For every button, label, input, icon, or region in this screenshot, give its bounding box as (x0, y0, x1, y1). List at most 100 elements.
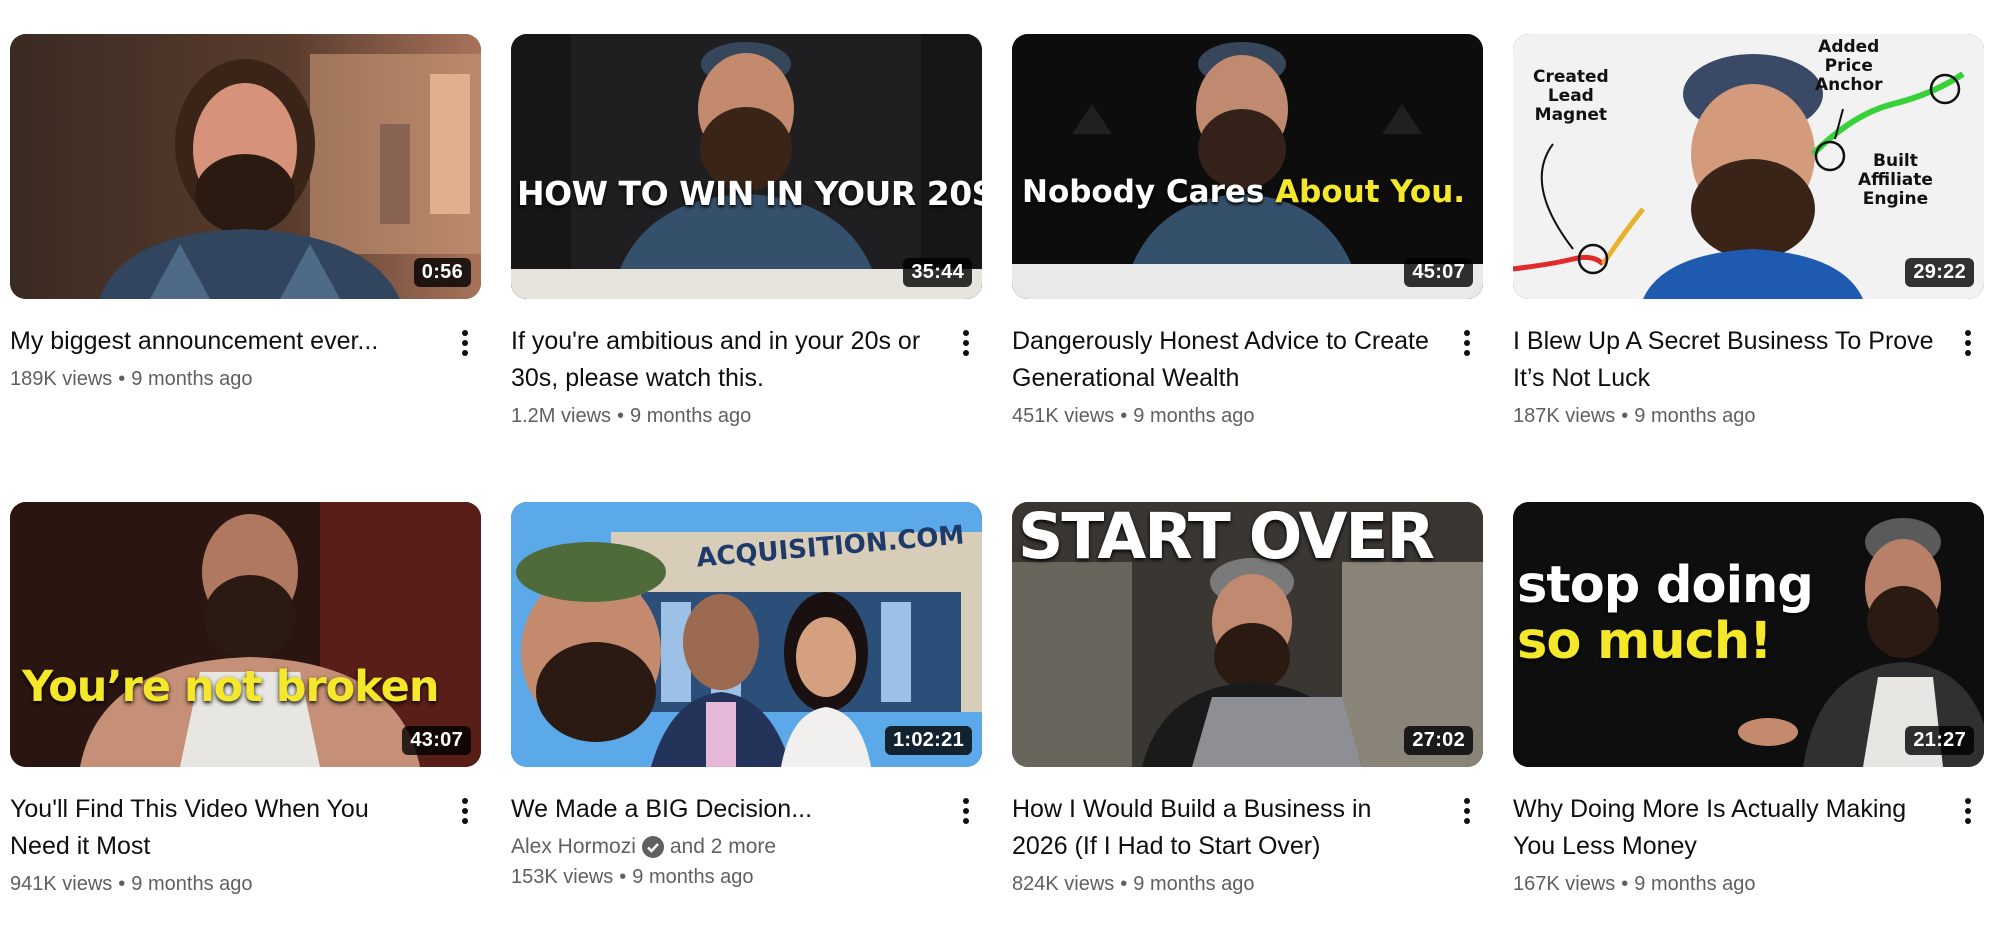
thumbnail-annotation: Created Lead Magnet (1533, 67, 1609, 125)
upload-age: 9 months ago (1634, 405, 1756, 427)
video-thumbnail[interactable]: 0:56 (10, 34, 481, 299)
video-thumbnail[interactable]: ACQUISITION.COM 1:02:21 (511, 502, 982, 767)
video-details: How I Would Build a Business in 2026 (If… (1012, 767, 1483, 899)
thumbnail-caption-yellow: About You. (1275, 174, 1466, 210)
meta-separator: • (1621, 405, 1629, 427)
view-count: 187K views (1513, 405, 1616, 427)
video-card[interactable]: You’re not broken 43:07 You'll Find This… (10, 502, 481, 922)
kebab-menu-icon (462, 330, 468, 336)
video-metadata: 1.2M views • 9 months ago (511, 401, 932, 431)
kebab-menu-icon (1464, 798, 1470, 804)
video-title[interactable]: If you're ambitious and in your 20s or 3… (511, 323, 932, 397)
thumbnail-annotation: Built Affiliate Engine (1858, 151, 1933, 209)
view-count: 451K views (1012, 405, 1115, 427)
video-metadata: 824K views • 9 months ago (1012, 869, 1433, 899)
upload-age: 9 months ago (632, 866, 754, 888)
video-thumbnail[interactable]: Created Lead Magnet Added Price Anchor B… (1513, 34, 1984, 299)
more-actions-button[interactable] (954, 325, 978, 361)
thumbnail-caption: You’re not broken (22, 662, 439, 712)
thumbnail-caption-white: stop doing (1517, 556, 1814, 615)
thumbnail-caption-white: Nobody Cares (1022, 174, 1265, 210)
video-thumbnail[interactable]: HOW TO WIN IN YOUR 20S 35:44 (511, 34, 982, 299)
video-card[interactable]: Nobody Cares About You. 45:07 Dangerousl… (1012, 34, 1483, 502)
kebab-menu-icon (963, 798, 969, 804)
video-card[interactable]: stop doing so much! 21:27 Why Doing More… (1513, 502, 1984, 922)
video-title[interactable]: My biggest announcement ever... (10, 323, 431, 360)
video-metadata: 189K views • 9 months ago (10, 364, 431, 394)
video-title[interactable]: You'll Find This Video When You Need it … (10, 791, 431, 865)
video-title[interactable]: I Blew Up A Secret Business To Prove It’… (1513, 323, 1934, 397)
video-thumbnail[interactable]: Nobody Cares About You. 45:07 (1012, 34, 1483, 299)
video-details: We Made a BIG Decision... Alex Hormozi a… (511, 767, 982, 892)
video-card[interactable]: Created Lead Magnet Added Price Anchor B… (1513, 34, 1984, 502)
video-title[interactable]: We Made a BIG Decision... (511, 791, 932, 828)
video-metadata: 451K views • 9 months ago (1012, 401, 1433, 431)
video-metadata: 153K views • 9 months ago (511, 862, 932, 892)
more-actions-button[interactable] (954, 793, 978, 829)
more-actions-button[interactable] (1455, 793, 1479, 829)
collaborators-label[interactable]: and 2 more (670, 832, 776, 862)
thumbnail-caption: START OVER (1018, 502, 1435, 573)
video-title[interactable]: How I Would Build a Business in 2026 (If… (1012, 791, 1433, 865)
video-duration: 21:27 (1905, 726, 1974, 755)
view-count: 167K views (1513, 873, 1616, 895)
video-details: Dangerously Honest Advice to Create Gene… (1012, 299, 1483, 431)
video-duration: 27:02 (1404, 726, 1473, 755)
video-title[interactable]: Why Doing More Is Actually Making You Le… (1513, 791, 1934, 865)
video-thumbnail[interactable]: START OVER 27:02 (1012, 502, 1483, 767)
upload-age: 9 months ago (131, 873, 253, 895)
video-duration: 43:07 (402, 726, 471, 755)
more-actions-button[interactable] (453, 793, 477, 829)
video-duration: 45:07 (1404, 258, 1473, 287)
video-details: Why Doing More Is Actually Making You Le… (1513, 767, 1984, 899)
kebab-menu-icon (963, 330, 969, 336)
view-count: 1.2M views (511, 405, 612, 427)
thumbnail-caption-yellow: so much! (1517, 612, 1772, 671)
meta-separator: • (118, 873, 126, 895)
video-details: My biggest announcement ever... 189K vie… (10, 299, 481, 394)
more-actions-button[interactable] (453, 325, 477, 361)
thumbnail-caption: HOW TO WIN IN YOUR 20S (517, 174, 982, 213)
upload-age: 9 months ago (1133, 405, 1255, 427)
video-duration: 0:56 (413, 258, 471, 287)
video-card[interactable]: HOW TO WIN IN YOUR 20S 35:44 If you're a… (511, 34, 982, 502)
verified-check-icon (641, 836, 664, 858)
kebab-menu-icon (1965, 798, 1971, 804)
more-actions-button[interactable] (1956, 793, 1980, 829)
video-thumbnail[interactable]: stop doing so much! 21:27 (1513, 502, 1984, 767)
view-count: 153K views (511, 866, 614, 888)
video-thumbnail[interactable]: You’re not broken 43:07 (10, 502, 481, 767)
video-grid: 0:56 My biggest announcement ever... 189… (10, 34, 1984, 922)
meta-separator: • (1621, 873, 1629, 895)
video-metadata: 187K views • 9 months ago (1513, 401, 1934, 431)
meta-separator: • (118, 368, 126, 390)
kebab-menu-icon (1464, 330, 1470, 336)
video-card[interactable]: START OVER 27:02 How I Would Build a Bus… (1012, 502, 1483, 922)
view-count: 824K views (1012, 873, 1115, 895)
kebab-menu-icon (1965, 330, 1971, 336)
video-metadata: 941K views • 9 months ago (10, 869, 431, 899)
video-title[interactable]: Dangerously Honest Advice to Create Gene… (1012, 323, 1433, 397)
video-details: You'll Find This Video When You Need it … (10, 767, 481, 899)
thumbnail-caption: Nobody Cares About You. (1022, 174, 1465, 210)
thumbnail-caption: stop doing so much! (1517, 556, 1814, 671)
video-details: If you're ambitious and in your 20s or 3… (511, 299, 982, 431)
video-duration: 35:44 (903, 258, 972, 287)
upload-age: 9 months ago (1133, 873, 1255, 895)
meta-separator: • (617, 405, 625, 427)
upload-age: 9 months ago (630, 405, 752, 427)
video-card[interactable]: 0:56 My biggest announcement ever... 189… (10, 34, 481, 502)
video-card[interactable]: ACQUISITION.COM 1:02:21 We Made a BIG De… (511, 502, 982, 922)
meta-separator: • (1120, 873, 1128, 895)
channel-name[interactable]: Alex Hormozi (511, 832, 636, 862)
channel-row: Alex Hormozi and 2 more (511, 832, 932, 862)
thumbnail-image (10, 34, 481, 299)
more-actions-button[interactable] (1455, 325, 1479, 361)
upload-age: 9 months ago (1634, 873, 1756, 895)
meta-separator: • (619, 866, 627, 888)
more-actions-button[interactable] (1956, 325, 1980, 361)
view-count: 189K views (10, 368, 113, 390)
upload-age: 9 months ago (131, 368, 253, 390)
meta-separator: • (1120, 405, 1128, 427)
video-details: I Blew Up A Secret Business To Prove It’… (1513, 299, 1984, 431)
